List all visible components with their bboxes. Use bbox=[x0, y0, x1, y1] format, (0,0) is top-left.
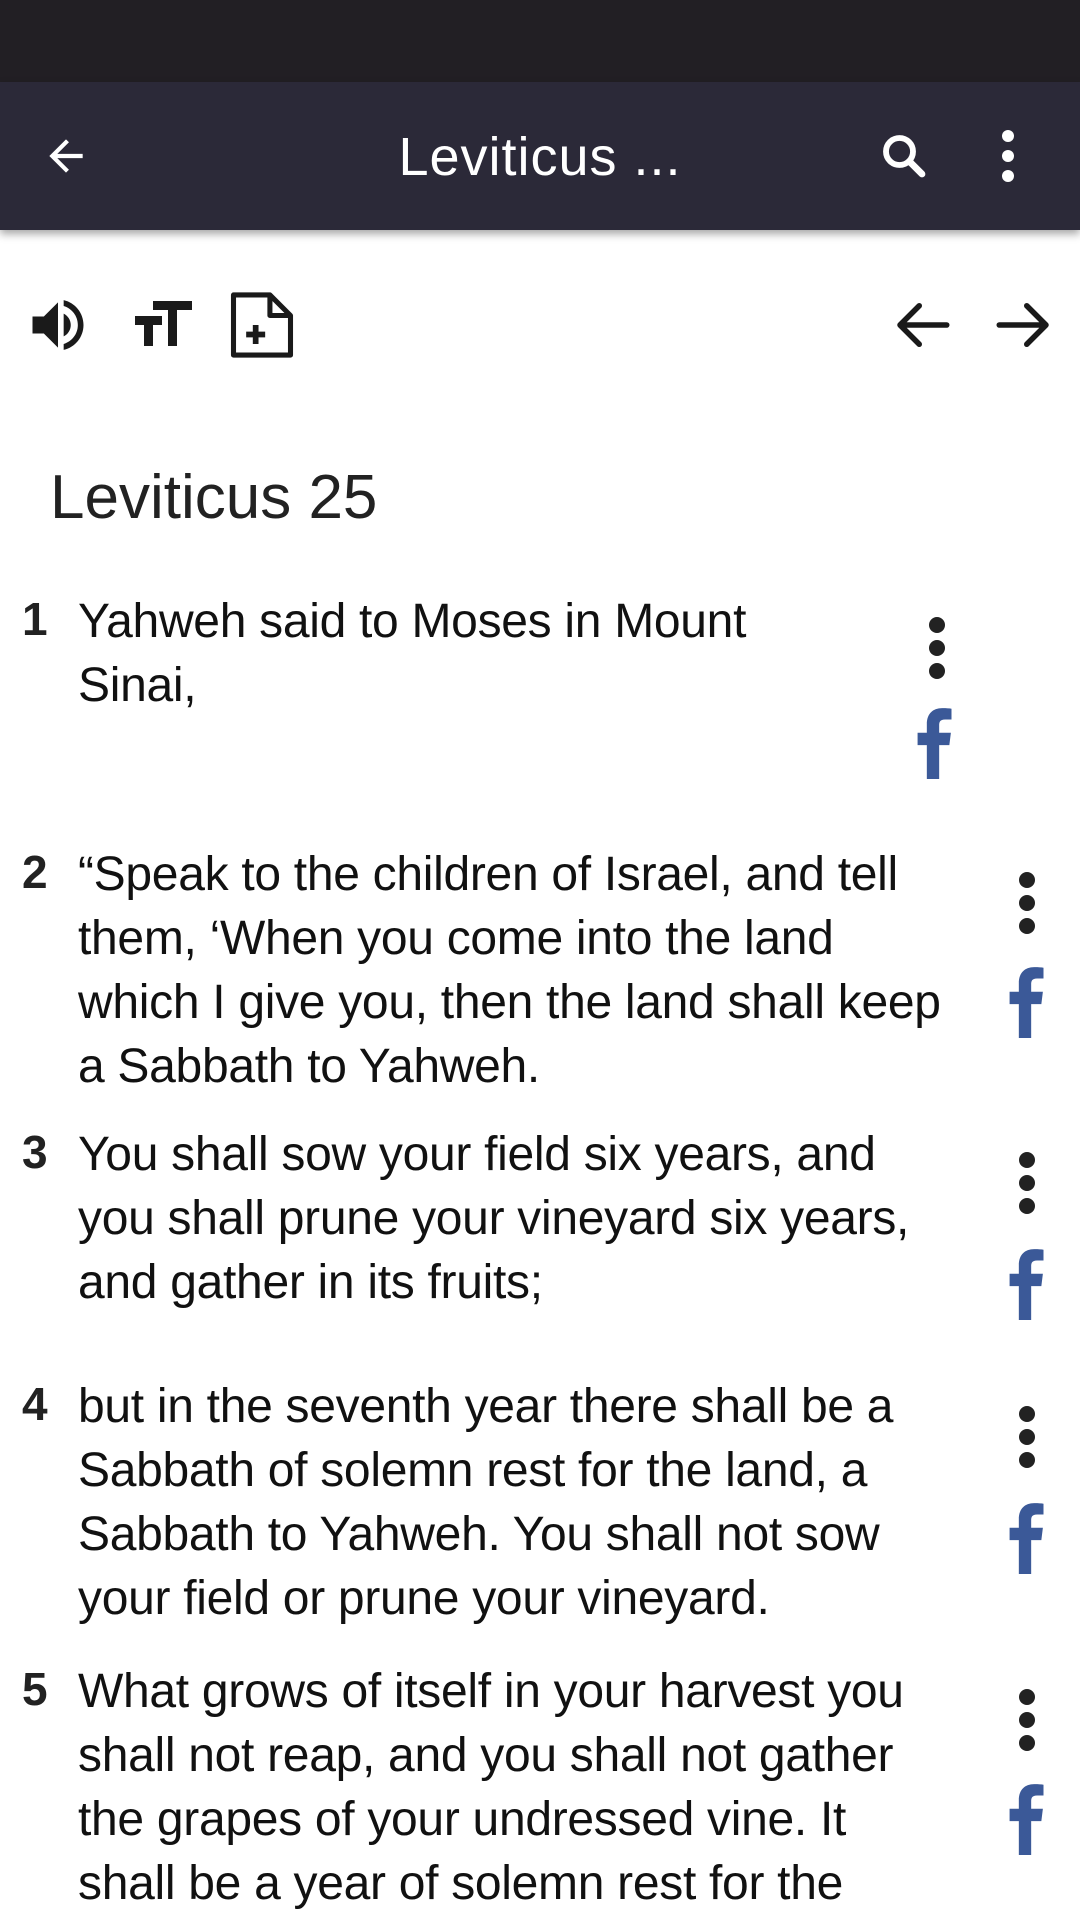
verse-text: You shall sow your field six years, and … bbox=[78, 1123, 988, 1315]
verse-more-button[interactable] bbox=[1002, 1680, 1052, 1760]
verse-line: Sabbath of solemn rest for the land, a bbox=[78, 1444, 868, 1497]
more-vertical-icon bbox=[1019, 1406, 1035, 1468]
more-options-button[interactable] bbox=[972, 120, 1044, 192]
verse-more-button[interactable] bbox=[1002, 1143, 1052, 1223]
more-vertical-icon bbox=[1002, 130, 1014, 182]
app-bar: Leviticus ... bbox=[0, 82, 1080, 230]
arrow-right-icon bbox=[996, 303, 1049, 347]
verse-more-button[interactable] bbox=[912, 608, 962, 688]
verse-line: shall not reap, and you shall not gather bbox=[78, 1729, 894, 1782]
verse-line: “Speak to the children of Israel, and te… bbox=[78, 848, 898, 901]
verse-text: What grows of itself in your harvest you… bbox=[78, 1660, 988, 1916]
verse-line: What grows of itself in your harvest you bbox=[78, 1665, 904, 1718]
verse-line: you shall prune your vineyard six years, bbox=[78, 1192, 910, 1245]
facebook-icon bbox=[1009, 1249, 1044, 1320]
speaker-icon bbox=[32, 300, 84, 350]
verse-more-button[interactable] bbox=[1002, 1397, 1052, 1477]
verse-line: a Sabbath to Yahweh. bbox=[78, 1040, 540, 1093]
verse-number: 2 bbox=[22, 846, 48, 898]
verse-line: but in the seventh year there shall be a bbox=[78, 1380, 894, 1433]
verse-line: You shall sow your field six years, and bbox=[78, 1128, 876, 1181]
facebook-icon bbox=[917, 708, 952, 779]
verse-line: them, ‘When you come into the land bbox=[78, 912, 834, 965]
verse-number: 3 bbox=[22, 1126, 48, 1178]
verse-line: which I give you, then the land shall ke… bbox=[78, 976, 941, 1029]
facebook-icon bbox=[1009, 967, 1044, 1038]
arrow-left-icon bbox=[897, 303, 950, 347]
verse-line: Yahweh said to Moses in Mount bbox=[78, 595, 747, 648]
facebook-share-button[interactable] bbox=[1000, 961, 1050, 1041]
facebook-icon bbox=[1009, 1784, 1044, 1855]
verse-line: shall be a year of solemn rest for the bbox=[78, 1857, 843, 1910]
status-bar bbox=[0, 0, 1080, 82]
verse-line: Sabbath to Yahweh. You shall not sow bbox=[78, 1508, 880, 1561]
more-vertical-icon bbox=[1019, 1152, 1035, 1214]
text-size-icon bbox=[135, 301, 192, 346]
verse-more-button[interactable] bbox=[1002, 863, 1052, 943]
next-chapter-button[interactable] bbox=[984, 285, 1064, 365]
chapter-title: Leviticus 25 bbox=[50, 463, 378, 532]
search-icon bbox=[883, 135, 926, 178]
add-note-icon bbox=[230, 292, 294, 358]
facebook-share-button[interactable] bbox=[1000, 1243, 1050, 1323]
verse-line: the grapes of your undressed vine. It bbox=[78, 1793, 847, 1846]
verse-number: 5 bbox=[22, 1663, 48, 1715]
add-note-button[interactable] bbox=[222, 285, 302, 365]
previous-chapter-button[interactable] bbox=[882, 285, 962, 365]
reading-toolbar bbox=[0, 285, 1080, 365]
search-button[interactable] bbox=[868, 120, 940, 192]
facebook-share-button[interactable] bbox=[908, 702, 958, 782]
verse-line: your field or prune your vineyard. bbox=[78, 1572, 770, 1625]
verse-number: 1 bbox=[22, 593, 48, 645]
facebook-share-button[interactable] bbox=[1000, 1778, 1050, 1858]
verse-line: Sinai, bbox=[78, 659, 197, 712]
verse-text: Yahweh said to Moses in Mount Sinai, bbox=[78, 590, 988, 718]
more-vertical-icon bbox=[929, 617, 945, 679]
facebook-share-button[interactable] bbox=[1000, 1497, 1050, 1577]
verse-line: and gather in its fruits; bbox=[78, 1256, 543, 1309]
facebook-icon bbox=[1009, 1503, 1044, 1574]
verse-text: but in the seventh year there shall be a… bbox=[78, 1375, 988, 1631]
speaker-button[interactable] bbox=[18, 285, 98, 365]
more-vertical-icon bbox=[1019, 872, 1035, 934]
text-size-button[interactable] bbox=[122, 285, 202, 365]
more-vertical-icon bbox=[1019, 1689, 1035, 1751]
verse-text: “Speak to the children of Israel, and te… bbox=[78, 843, 988, 1099]
verse-number: 4 bbox=[22, 1378, 48, 1430]
